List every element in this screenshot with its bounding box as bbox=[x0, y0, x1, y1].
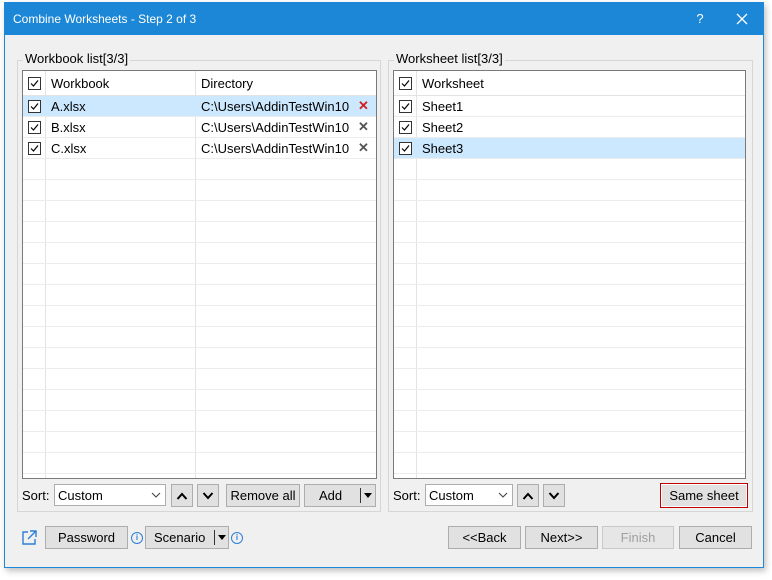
workbook-move-up-button[interactable] bbox=[171, 484, 193, 507]
worksheet-move-up-button[interactable] bbox=[517, 484, 539, 507]
row-checkbox[interactable] bbox=[28, 100, 41, 113]
close-icon bbox=[736, 13, 748, 25]
select-all-workbooks-checkbox[interactable] bbox=[28, 77, 41, 90]
row-checkbox[interactable] bbox=[399, 142, 412, 155]
checkbox-icon bbox=[401, 145, 410, 152]
table-row[interactable]: Sheet2 bbox=[394, 117, 745, 138]
scenario-button-label: Scenario bbox=[154, 530, 206, 545]
workbook-directory: C:\Users\AddinTestWin10 bbox=[201, 141, 350, 156]
title-bar: Combine Worksheets - Step 2 of 3 ? bbox=[5, 3, 763, 35]
chevron-up-icon bbox=[176, 492, 188, 500]
close-button[interactable] bbox=[731, 8, 753, 30]
workbook-sort-label: Sort: bbox=[22, 488, 50, 503]
workbook-list-label: Workbook list[3/3] bbox=[23, 51, 131, 66]
row-checkbox[interactable] bbox=[399, 121, 412, 134]
chevron-down-icon bbox=[151, 492, 161, 498]
workbook-sort-select[interactable]: Custom bbox=[54, 484, 166, 506]
chevron-down-icon bbox=[498, 492, 508, 498]
finish-button[interactable]: Finish bbox=[602, 526, 674, 549]
worksheet-name: Sheet2 bbox=[422, 120, 464, 135]
workbook-column-header[interactable]: Workbook bbox=[51, 76, 109, 91]
checkbox-icon bbox=[401, 124, 410, 131]
worksheet-sort-label: Sort: bbox=[393, 488, 421, 503]
table-row[interactable]: B.xlsx C:\Users\AddinTestWin10 ✕ bbox=[23, 117, 376, 138]
workbook-name: B.xlsx bbox=[51, 120, 86, 135]
row-checkbox[interactable] bbox=[28, 142, 41, 155]
checkbox-icon bbox=[401, 103, 410, 110]
remove-x-icon[interactable]: ✕ bbox=[358, 98, 369, 114]
password-button[interactable]: Password bbox=[45, 526, 128, 549]
add-button-label: Add bbox=[319, 488, 343, 503]
remove-x-icon[interactable]: ✕ bbox=[358, 119, 369, 135]
chevron-down-icon bbox=[364, 493, 372, 498]
scenario-button[interactable]: Scenario bbox=[145, 526, 229, 549]
worksheet-name: Sheet3 bbox=[422, 141, 464, 156]
checkbox-icon bbox=[30, 145, 39, 152]
workbook-name: A.xlsx bbox=[51, 99, 86, 114]
cancel-button[interactable]: Cancel bbox=[679, 526, 752, 549]
open-link-icon[interactable] bbox=[20, 529, 38, 550]
chevron-down-icon bbox=[548, 492, 560, 500]
remove-all-button[interactable]: Remove all bbox=[226, 484, 300, 507]
workbook-directory: C:\Users\AddinTestWin10 bbox=[201, 99, 350, 114]
worksheet-name: Sheet1 bbox=[422, 99, 464, 114]
workbook-move-down-button[interactable] bbox=[197, 484, 219, 507]
table-row[interactable]: A.xlsx C:\Users\AddinTestWin10 ✕ bbox=[23, 96, 376, 117]
worksheet-sort-value: Custom bbox=[429, 488, 474, 503]
worksheet-table: Worksheet Sheet1 Sheet2 Sheet3 bbox=[393, 70, 746, 479]
same-sheet-button[interactable]: Same sheet bbox=[660, 483, 748, 508]
remove-x-icon[interactable]: ✕ bbox=[358, 140, 369, 156]
row-checkbox[interactable] bbox=[28, 121, 41, 134]
worksheet-column-header[interactable]: Worksheet bbox=[422, 76, 484, 91]
table-row[interactable]: Sheet1 bbox=[394, 96, 745, 117]
checkbox-icon bbox=[401, 80, 410, 87]
window-title: Combine Worksheets - Step 2 of 3 bbox=[13, 12, 197, 26]
help-button[interactable]: ? bbox=[689, 9, 711, 29]
table-row[interactable]: Sheet3 bbox=[394, 138, 745, 159]
directory-column-header[interactable]: Directory bbox=[201, 76, 253, 91]
dialog-window: Combine Worksheets - Step 2 of 3 ? Workb… bbox=[4, 2, 764, 568]
workbook-table: Workbook Directory A.xlsx C:\Users\Addin… bbox=[22, 70, 377, 479]
workbook-name: C.xlsx bbox=[51, 141, 87, 156]
info-icon[interactable]: i bbox=[231, 532, 243, 544]
worksheet-table-header: Worksheet bbox=[394, 71, 745, 96]
next-button[interactable]: Next>> bbox=[525, 526, 598, 549]
add-button[interactable]: Add bbox=[304, 484, 376, 507]
chevron-down-icon bbox=[202, 492, 214, 500]
info-icon[interactable]: i bbox=[131, 532, 143, 544]
workbook-table-header: Workbook Directory bbox=[23, 71, 376, 96]
worksheet-sort-select[interactable]: Custom bbox=[425, 484, 513, 506]
chevron-down-icon bbox=[218, 535, 226, 540]
checkbox-icon bbox=[30, 124, 39, 131]
chevron-up-icon bbox=[522, 492, 534, 500]
checkbox-icon bbox=[30, 80, 39, 87]
worksheet-list-label: Worksheet list[3/3] bbox=[394, 51, 505, 66]
back-button[interactable]: <<Back bbox=[448, 526, 521, 549]
table-row[interactable]: C.xlsx C:\Users\AddinTestWin10 ✕ bbox=[23, 138, 376, 159]
select-all-worksheets-checkbox[interactable] bbox=[399, 77, 412, 90]
checkbox-icon bbox=[30, 103, 39, 110]
worksheet-move-down-button[interactable] bbox=[543, 484, 565, 507]
workbook-directory: C:\Users\AddinTestWin10 bbox=[201, 120, 350, 135]
row-checkbox[interactable] bbox=[399, 100, 412, 113]
workbook-sort-value: Custom bbox=[58, 488, 103, 503]
